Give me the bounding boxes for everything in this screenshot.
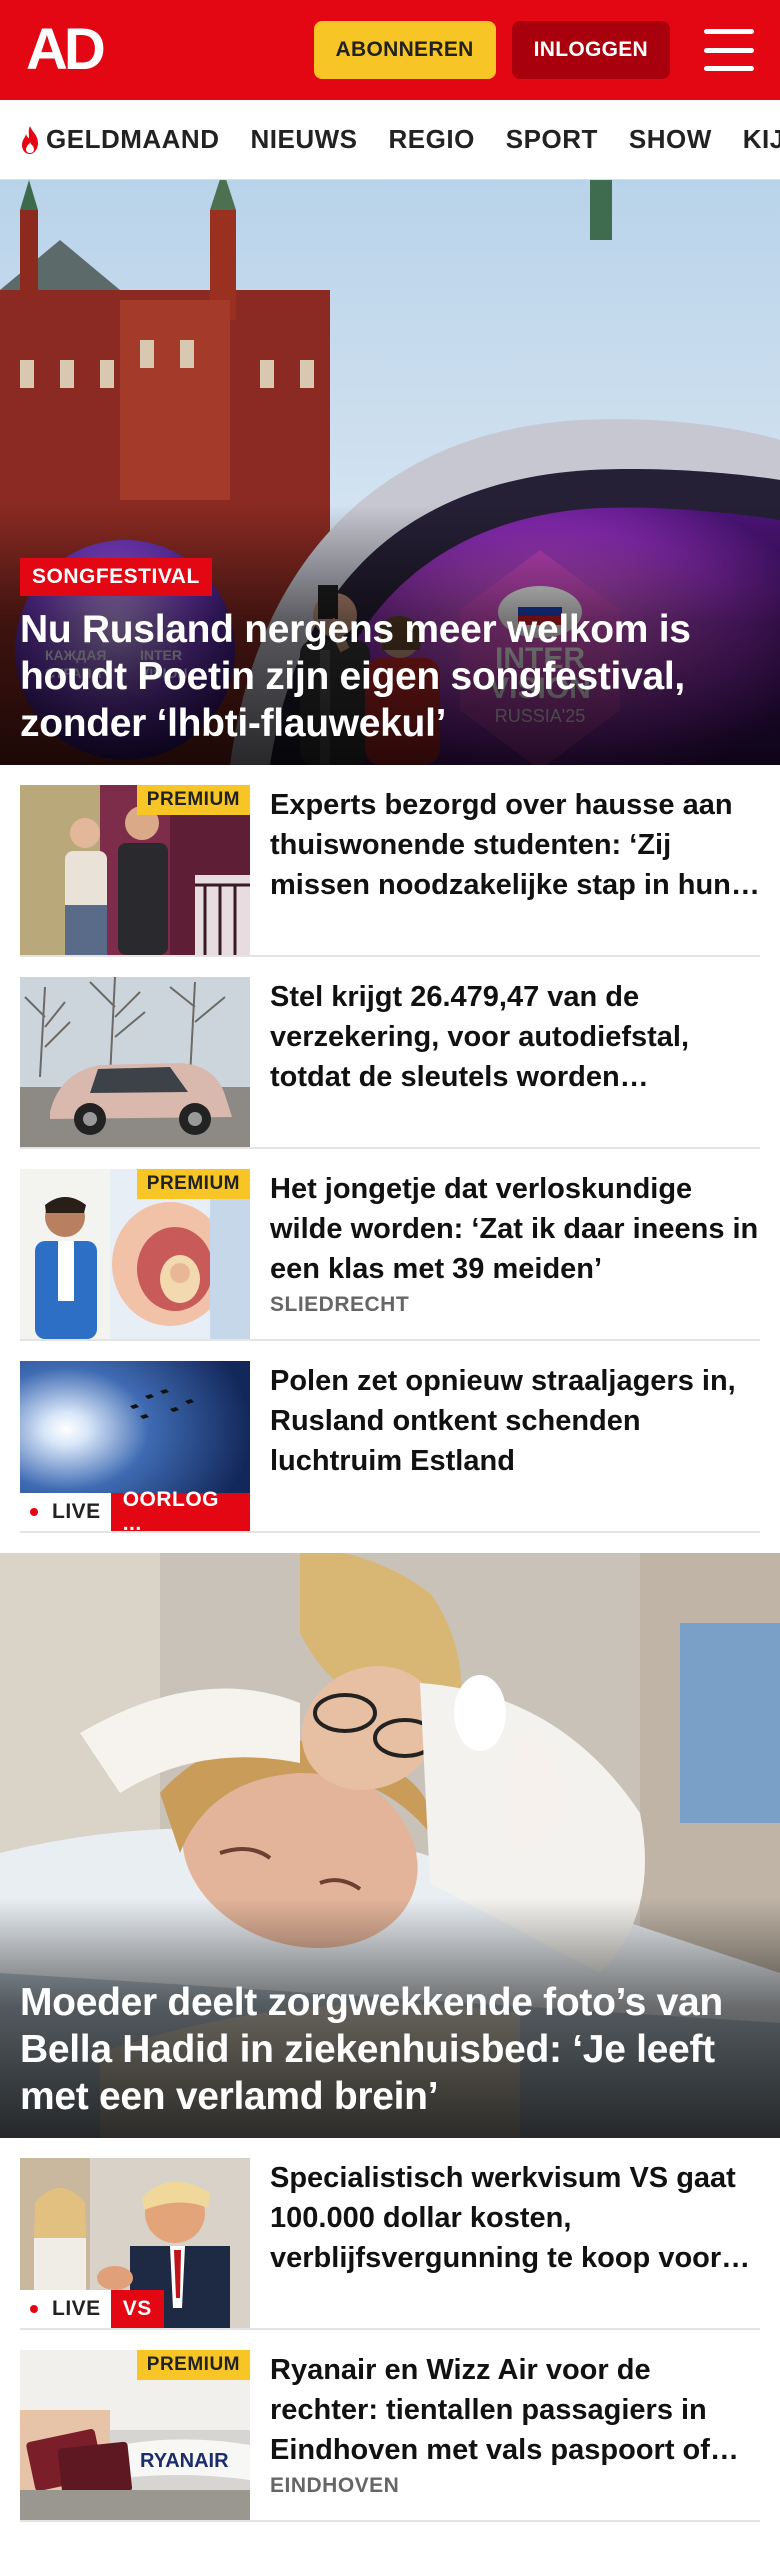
list-item[interactable]: PREMIUM Experts bezorgd over hausse aan … xyxy=(20,765,760,957)
featured-content: Moeder deelt zorgwekkende foto’s van Bel… xyxy=(20,1979,760,2120)
featured-article[interactable]: Moeder deelt zorgwekkende foto’s van Bel… xyxy=(0,1553,780,2138)
live-dot-icon xyxy=(30,2305,38,2313)
subscribe-button[interactable]: ABONNEREN xyxy=(313,21,496,79)
live-label: LIVE xyxy=(20,1493,111,1531)
article-thumbnail xyxy=(20,977,250,1147)
list-item[interactable]: PREMIUM Het jongetje dat verloskundige w… xyxy=(20,1149,760,1341)
live-dot-icon xyxy=(30,1508,38,1516)
list-item[interactable]: LIVE OORLOG ... Polen zet opnieuw straal… xyxy=(20,1341,760,1533)
article-text: Specialistisch werkvisum VS gaat 100.000… xyxy=(270,2158,760,2308)
list-item[interactable]: LIVE VS Specialistisch werkvisum VS gaat… xyxy=(20,2138,760,2330)
premium-badge: PREMIUM xyxy=(136,1169,250,1199)
article-text: Het jongetje dat verloskundige wilde wor… xyxy=(270,1169,760,1319)
hero-article[interactable]: INTER VISION RUSSIA'25 КАЖДАЯ СТРАНА INT… xyxy=(0,180,780,765)
article-text: Stel krijgt 26.479,47 van de verzekering… xyxy=(270,977,760,1127)
ad-logo[interactable]: AD xyxy=(26,21,106,79)
premium-badge: PREMIUM xyxy=(136,2350,250,2380)
article-thumbnail: LIVE OORLOG ... xyxy=(20,1361,250,1531)
featured-title[interactable]: Moeder deelt zorgwekkende foto’s van Bel… xyxy=(20,1979,760,2120)
hero-title[interactable]: Nu Rusland nergens meer welkom is houdt … xyxy=(20,606,760,747)
article-thumbnail: RYANAIR PREMIUM xyxy=(20,2350,250,2520)
article-text: Experts bezorgd over hausse aan thuiswon… xyxy=(270,785,760,935)
list-item[interactable]: Stel krijgt 26.479,47 van de verzekering… xyxy=(20,957,760,1149)
article-list-2: LIVE VS Specialistisch werkvisum VS gaat… xyxy=(0,2138,780,2522)
nav-item-sport[interactable]: SPORT xyxy=(506,124,598,155)
article-title[interactable]: Specialistisch werkvisum VS gaat 100.000… xyxy=(270,2158,760,2278)
nav-item-kijk[interactable]: KIJK xyxy=(743,124,780,155)
flame-icon xyxy=(22,125,38,154)
nav-item-regio[interactable]: REGIO xyxy=(389,124,475,155)
list-item[interactable]: RYANAIR PREMIUM Ryanair en Wizz Air voor… xyxy=(20,2330,760,2522)
menu-icon[interactable] xyxy=(704,29,754,71)
live-badge: LIVE OORLOG ... xyxy=(20,1488,250,1531)
top-bar: AD ABONNEREN INLOGGEN xyxy=(0,0,780,100)
article-title[interactable]: Polen zet opnieuw straaljagers in, Rusla… xyxy=(270,1361,760,1481)
live-badge: LIVE VS xyxy=(20,2290,164,2328)
article-title[interactable]: Experts bezorgd over hausse aan thuiswon… xyxy=(270,785,760,905)
top-actions: ABONNEREN INLOGGEN xyxy=(313,21,754,79)
article-title[interactable]: Stel krijgt 26.479,47 van de verzekering… xyxy=(270,977,760,1097)
nav-item-show[interactable]: SHOW xyxy=(629,124,712,155)
nav-item-label: GELDMAAND xyxy=(46,124,220,154)
section-nav: GELDMAAND NIEUWS REGIO SPORT SHOW KIJK xyxy=(0,100,780,180)
article-title[interactable]: Het jongetje dat verloskundige wilde wor… xyxy=(270,1169,760,1289)
article-thumbnail: LIVE VS xyxy=(20,2158,250,2328)
svg-text:RYANAIR: RYANAIR xyxy=(140,2450,229,2472)
nav-item-nieuws[interactable]: NIEUWS xyxy=(251,124,358,155)
article-text: Polen zet opnieuw straaljagers in, Rusla… xyxy=(270,1361,760,1511)
article-location: SLIEDRECHT xyxy=(270,1293,410,1316)
article-text: Ryanair en Wizz Air voor de rechter: tie… xyxy=(270,2350,760,2500)
nav-item-geldmaand[interactable]: GELDMAAND xyxy=(18,124,220,155)
article-thumbnail: PREMIUM xyxy=(20,1169,250,1339)
premium-badge: PREMIUM xyxy=(136,785,250,815)
live-label: LIVE xyxy=(20,2290,111,2328)
article-thumbnail: PREMIUM xyxy=(20,785,250,955)
login-button[interactable]: INLOGGEN xyxy=(511,21,670,79)
category-tag[interactable]: SONGFESTIVAL xyxy=(20,558,212,596)
live-category: VS xyxy=(110,2290,164,2328)
thumbnail-image xyxy=(20,977,250,1147)
hero-content: SONGFESTIVAL Nu Rusland nergens meer wel… xyxy=(20,558,760,747)
article-location: EINDHOVEN xyxy=(270,2474,400,2497)
article-title[interactable]: Ryanair en Wizz Air voor de rechter: tie… xyxy=(270,2350,760,2470)
live-category: OORLOG ... xyxy=(110,1488,250,1531)
article-list: PREMIUM Experts bezorgd over hausse aan … xyxy=(0,765,780,1533)
